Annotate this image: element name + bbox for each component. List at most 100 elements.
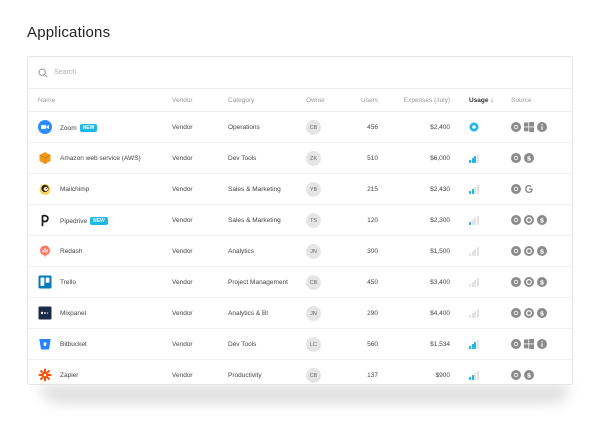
table-row[interactable]: Bitbucket Vendor Dev Tools LC 560 $1,534 (28, 329, 572, 360)
column-header-usage[interactable]: Usage ↓ (469, 97, 494, 104)
vendor-cell: Vendor (172, 217, 193, 224)
app-name[interactable]: Amazon web service (AWS) (60, 155, 141, 162)
table-row[interactable]: Amazon web service (AWS) Vendor Dev Tools Z… (28, 143, 572, 174)
table-row[interactable]: Mixpanel Vendor Analytics & BI JN 290 $4,400 $ (28, 298, 572, 329)
usage-bar (476, 309, 479, 318)
source-icons: $ (511, 308, 547, 318)
category-cell: Dev Tools (228, 155, 257, 162)
users-cell: 290 (367, 310, 378, 317)
zapier-logo-icon (38, 368, 52, 382)
usage-bar (474, 249, 477, 256)
column-header-source[interactable]: Source (511, 97, 532, 104)
usage-bar (474, 187, 477, 194)
owner-avatar[interactable]: CB (306, 368, 321, 383)
search-icon (38, 67, 48, 78)
owner-avatar[interactable]: CB (306, 275, 321, 290)
category-cell: Operations (228, 124, 260, 131)
users-cell: 300 (367, 248, 378, 255)
column-header-expenses[interactable]: Expenses (July) (404, 97, 450, 104)
app-name[interactable]: Zapier (60, 372, 78, 379)
usage-bar (469, 315, 471, 318)
dollar-icon: $ (524, 153, 534, 163)
chrome-icon (511, 277, 521, 287)
app-name-label: Pipedrive (60, 218, 88, 225)
okta-icon (524, 246, 534, 256)
column-header-category[interactable]: Category (228, 97, 254, 104)
chrome-icon (511, 184, 521, 194)
owner-avatar[interactable]: JN (306, 244, 321, 259)
users-cell: 120 (367, 217, 378, 224)
users-cell: 510 (367, 155, 378, 162)
svg-text:$: $ (540, 309, 545, 317)
pipedrive-logo-icon (38, 213, 52, 227)
app-name[interactable]: Mixpanel (60, 310, 86, 317)
chrome-icon (511, 122, 521, 132)
vendor-cell: Vendor (172, 279, 193, 286)
column-header-owner[interactable]: Owner (306, 97, 325, 104)
app-name[interactable]: Redash (60, 248, 82, 255)
applications-table: Name Vendor Category Owner Users Expense… (27, 56, 573, 385)
vendor-cell: Vendor (172, 124, 193, 131)
usage-bar (469, 253, 471, 256)
column-header-vendor[interactable]: Vendor (172, 97, 193, 104)
column-header-users[interactable]: Users (361, 97, 378, 104)
app-name[interactable]: Zoom NEW (60, 124, 98, 132)
usage-bar (476, 216, 479, 225)
card-shadow (40, 384, 570, 404)
table-row[interactable]: Zapier Vendor Productivity CB 137 $900 $ (28, 360, 572, 384)
vendor-cell: Vendor (172, 372, 193, 379)
app-name-label: Mailchimp (60, 186, 90, 193)
expenses-cell: $1,534 (430, 341, 450, 348)
app-name[interactable]: Trello (60, 279, 76, 286)
expenses-cell: $900 (435, 372, 450, 379)
category-cell: Project Management (228, 279, 288, 286)
usage-bar (469, 377, 471, 380)
source-icons (511, 122, 547, 132)
usage-bar (476, 185, 479, 194)
aws-logo-icon (38, 151, 52, 165)
owner-avatar[interactable]: CB (306, 120, 321, 135)
owner-avatar[interactable]: ZK (306, 151, 321, 166)
usage-bar (474, 373, 477, 380)
table-row[interactable]: Trello Vendor Project Management CB 450 $3,40… (28, 267, 572, 298)
mixpanel-logo-icon (38, 306, 52, 320)
usage-bar (469, 346, 471, 349)
app-name-label: Trello (60, 279, 77, 286)
owner-avatar[interactable]: YB (306, 182, 321, 197)
usage-bar (474, 342, 477, 349)
dollar-icon: $ (537, 246, 547, 256)
owner-avatar[interactable]: LC (306, 337, 321, 352)
category-cell: Dev Tools (228, 341, 257, 348)
usage-bar (469, 191, 471, 194)
table-row[interactable]: Zoom NEW Vendor Operations CB 456 $2,400 (28, 112, 572, 143)
column-header-name[interactable]: Name (38, 97, 55, 104)
search-bar (28, 57, 572, 89)
dollar-icon: $ (537, 215, 547, 225)
app-name-label: Mixpanel (60, 310, 87, 317)
vendor-cell: Vendor (172, 310, 193, 317)
usage-bar (474, 280, 477, 287)
table-row[interactable]: Pipedrive NEW Vendor Sales & Marketing TS 120… (28, 205, 572, 236)
app-name[interactable]: Mailchimp (60, 186, 89, 193)
windows-icon (524, 339, 534, 349)
app-name[interactable]: Bitbucket (60, 341, 87, 348)
app-name-label: Redash (60, 248, 83, 255)
app-name[interactable]: Pipedrive NEW (60, 217, 108, 225)
svg-text:$: $ (540, 216, 545, 224)
search-input[interactable] (54, 69, 354, 76)
expenses-cell: $6,000 (430, 155, 450, 162)
new-badge: NEW (79, 124, 98, 132)
svg-text:$: $ (540, 247, 545, 255)
owner-avatar[interactable]: TS (306, 213, 321, 228)
okta-icon (524, 215, 534, 225)
chrome-icon (511, 339, 521, 349)
mailchimp-logo-icon (38, 182, 52, 196)
category-cell: Productivity (228, 372, 262, 379)
source-icons: $ (511, 246, 547, 256)
owner-avatar[interactable]: JN (306, 306, 321, 321)
okta-icon (524, 277, 534, 287)
table-row[interactable]: Redash Vendor Analytics JN 300 $1,500 $ (28, 236, 572, 267)
dollar-icon: $ (537, 277, 547, 287)
table-row[interactable]: Mailchimp Vendor Sales & Marketing YB 215 $2,… (28, 174, 572, 205)
usage-bar (476, 340, 479, 349)
